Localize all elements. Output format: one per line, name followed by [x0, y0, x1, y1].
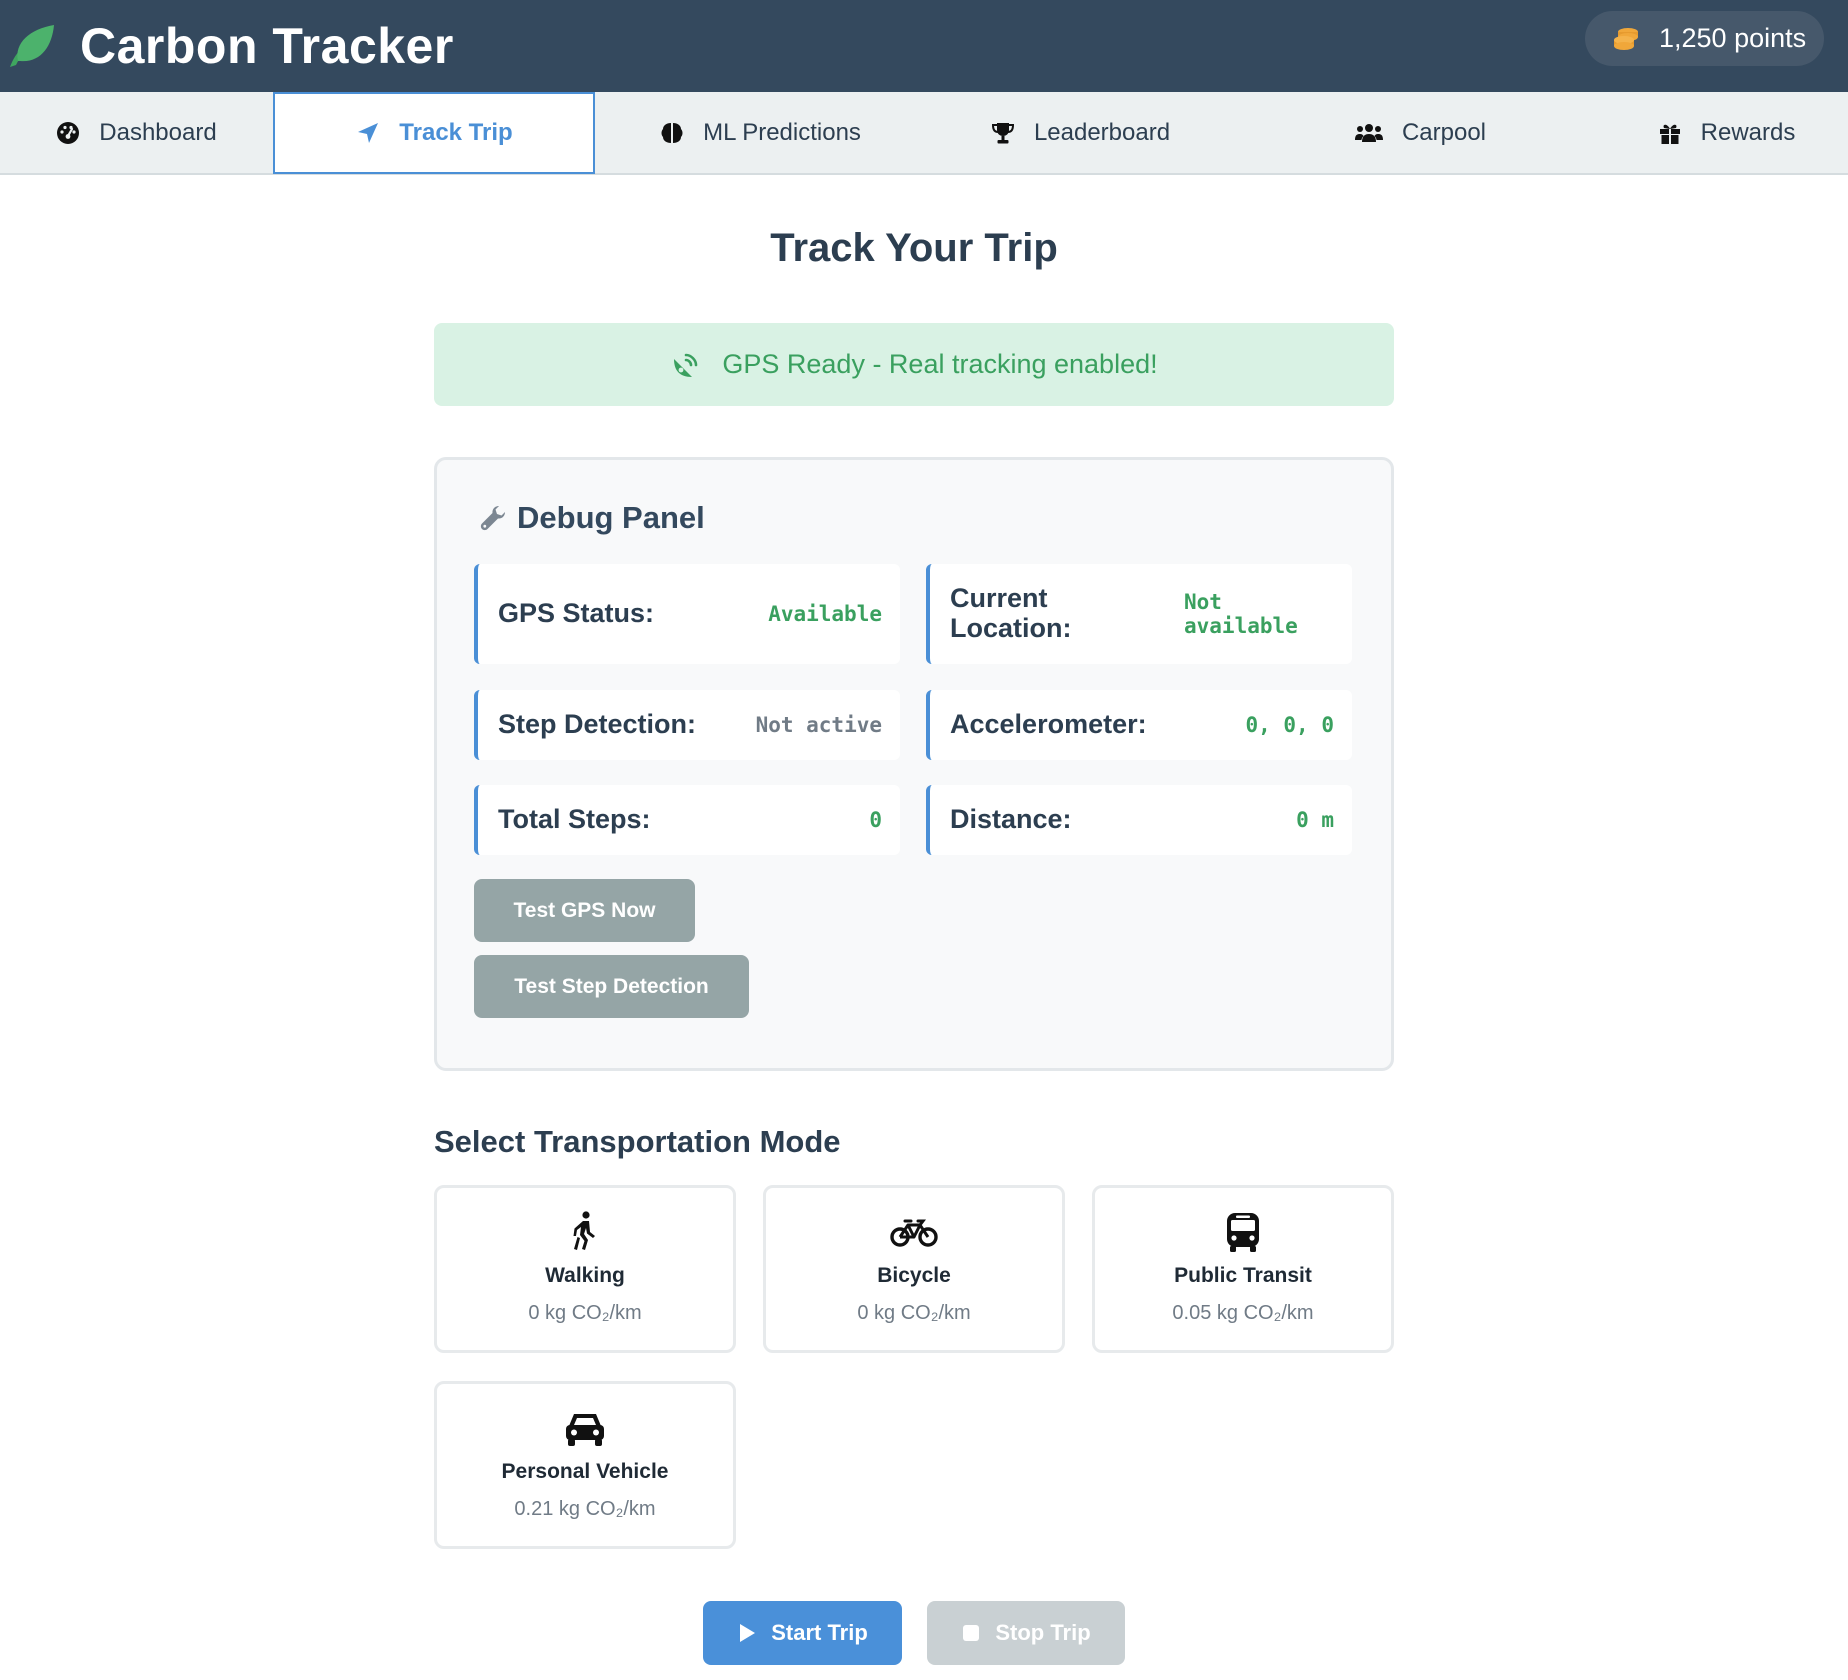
mode-name: Bicycle — [877, 1264, 951, 1287]
gps-status-banner: GPS Ready - Real tracking enabled! — [434, 323, 1394, 406]
trophy-icon — [991, 122, 1014, 143]
coins-icon — [1614, 27, 1638, 50]
mode-emission: 0.05 kg CO₂/km — [1172, 1302, 1314, 1324]
leaf-icon — [10, 25, 54, 67]
app-header: Carbon Tracker 1,250 points — [0, 0, 1848, 92]
tab-ml-predictions[interactable]: ML Predictions — [640, 92, 880, 173]
walking-icon — [573, 1211, 595, 1250]
mode-public-transit[interactable]: Public Transit 0.05 kg CO₂/km — [1092, 1185, 1394, 1353]
stat-label: Current Location: — [950, 583, 1072, 643]
tab-label: Dashboard — [99, 118, 217, 146]
tab-dashboard[interactable]: Dashboard — [20, 92, 252, 173]
satellite-dish-icon — [674, 353, 698, 377]
stat-accelerometer: Accelerometer: 0, 0, 0 — [926, 690, 1352, 760]
stat-label: GPS Status: — [498, 598, 655, 629]
stat-label: Accelerometer: — [950, 709, 1147, 740]
bicycle-icon — [890, 1219, 938, 1247]
tab-track-trip[interactable]: Track Trip — [273, 92, 595, 174]
test-gps-button[interactable]: Test GPS Now — [474, 879, 695, 942]
tab-label: Leaderboard — [1033, 118, 1171, 146]
gps-status-text: GPS Ready - Real tracking enabled! — [722, 349, 1158, 379]
app-title: Carbon Tracker — [80, 18, 454, 74]
mode-name: Walking — [545, 1264, 625, 1287]
page-title: Track Your Trip — [770, 226, 1058, 270]
stat-current-location: Current Location: Not available — [926, 564, 1352, 664]
test-step-detection-button[interactable]: Test Step Detection — [474, 955, 749, 1018]
tab-label: Carpool — [1401, 118, 1487, 146]
mode-emission: 0 kg CO₂/km — [528, 1302, 642, 1324]
tab-label: Track Trip — [399, 119, 513, 146]
tab-rewards[interactable]: Rewards — [1620, 92, 1832, 173]
mode-emission: 0 kg CO₂/km — [857, 1302, 971, 1324]
stop-icon — [963, 1625, 980, 1641]
stat-total-steps: Total Steps: 0 — [474, 785, 900, 855]
main-nav: Dashboard Track Trip ML Predictions Lead… — [0, 92, 1848, 175]
mode-name: Public Transit — [1174, 1264, 1312, 1287]
stat-value: Available — [768, 601, 882, 626]
brand[interactable]: Carbon Tracker — [6, 14, 454, 78]
stat-value: 0 m — [1296, 807, 1334, 832]
tab-label: ML Predictions — [703, 118, 861, 146]
wrench-icon — [480, 506, 505, 531]
debug-panel-title: Debug Panel — [477, 500, 705, 536]
users-icon — [1354, 123, 1383, 142]
mode-walking[interactable]: Walking 0 kg CO₂/km — [434, 1185, 736, 1353]
gift-icon — [1659, 124, 1680, 144]
tab-carpool[interactable]: Carpool — [1300, 92, 1540, 173]
stat-label: Step Detection: — [498, 709, 697, 740]
stat-gps-status: GPS Status: Available — [474, 564, 900, 664]
stat-distance: Distance: 0 m — [926, 785, 1352, 855]
play-icon — [740, 1624, 756, 1642]
points-badge[interactable]: 1,250 points — [1585, 11, 1824, 66]
debug-panel: Debug Panel GPS Status: Available Curren… — [434, 457, 1394, 1071]
mode-name: Personal Vehicle — [501, 1460, 669, 1483]
mode-personal-vehicle[interactable]: Personal Vehicle 0.21 kg CO₂/km — [434, 1381, 736, 1549]
stat-value: Not active — [755, 712, 882, 737]
stat-value: Not available — [1184, 589, 1298, 638]
start-trip-button[interactable]: Start Trip — [703, 1601, 902, 1665]
gauge-icon — [57, 121, 80, 144]
car-icon — [566, 1414, 604, 1446]
tab-leaderboard[interactable]: Leaderboard — [960, 92, 1200, 173]
tab-label: Rewards — [1700, 118, 1796, 146]
stat-value: 0, 0, 0 — [1245, 712, 1334, 737]
stop-trip-button[interactable]: Stop Trip — [927, 1601, 1125, 1665]
stat-value: 0 — [869, 807, 882, 832]
points-count: 1,250 points — [1659, 23, 1807, 53]
bus-icon — [1227, 1213, 1259, 1252]
location-arrow-icon — [358, 123, 379, 143]
stat-step-detection: Step Detection: Not active — [474, 690, 900, 760]
stat-label: Distance: — [950, 804, 1072, 835]
transport-mode-title: Select Transportation Mode — [434, 1124, 841, 1159]
brain-icon — [661, 122, 683, 143]
mode-bicycle[interactable]: Bicycle 0 kg CO₂/km — [763, 1185, 1065, 1353]
mode-emission: 0.21 kg CO₂/km — [514, 1498, 656, 1520]
stat-label: Total Steps: — [498, 804, 651, 835]
